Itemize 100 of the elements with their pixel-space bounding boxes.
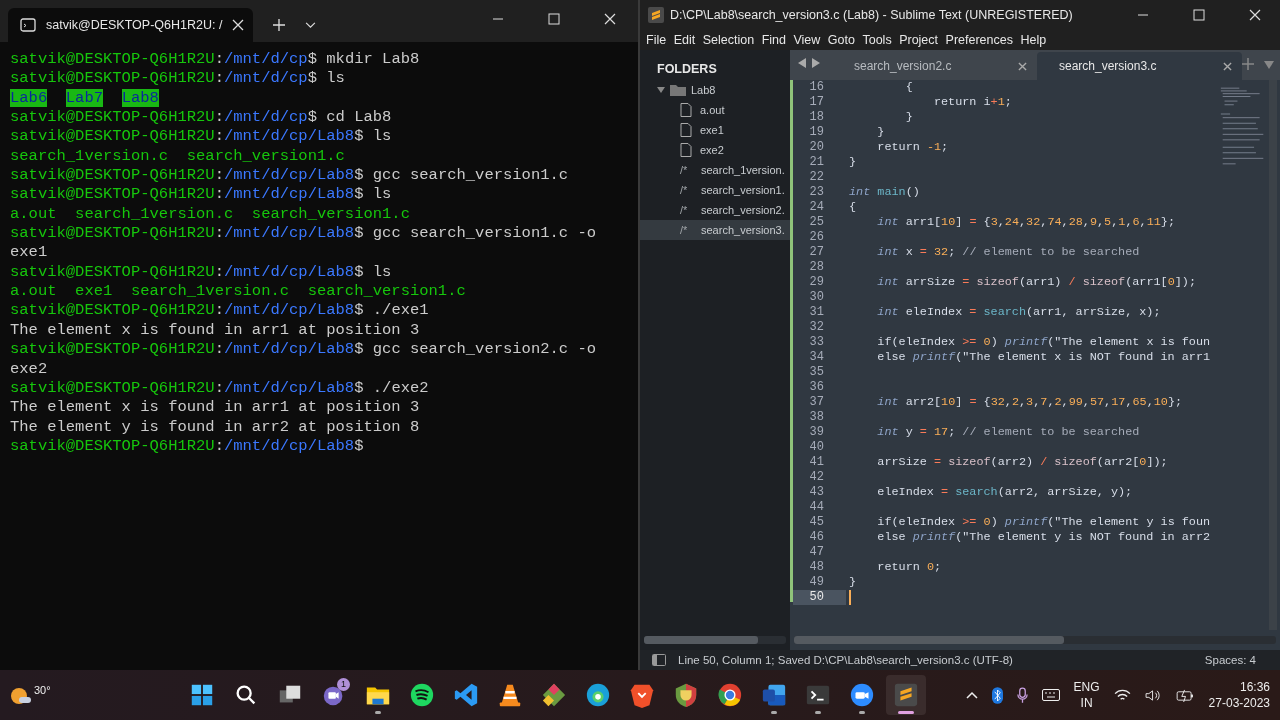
editor-tab[interactable]: search_version2.c [832,52,1037,80]
terminal-line: The element y is found in arr2 at position 8 [10,417,420,437]
dropdown-icon[interactable] [1264,61,1274,69]
terminal-line: satvik@DESKTOP-Q6H1R2U:/mnt/d/cp/Lab8$ ./exe1 [10,301,429,321]
code-line: int x = 32; // element to be searched [876,245,1140,260]
menu-item[interactable]: Edit [673,33,696,47]
folder-icon [670,84,686,96]
line-number: 33 [808,335,825,350]
line-number: 25 [808,215,825,230]
line-number: 41 [808,455,825,470]
code-line: if(eleIndex >= 0) printf("The element x is foun [876,335,1211,350]
panel-toggle-icon[interactable] [652,654,666,666]
language-indicator[interactable]: ENG [1073,679,1100,695]
line-number: 39 [808,425,825,440]
text-cursor [849,590,851,605]
line-number: 20 [808,140,825,155]
terminal-tab[interactable]: satvik@DESKTOP-Q6H1R2U: / [8,8,253,42]
code-line: int eleIndex = search(arr1, arrSize, x); [876,305,1161,320]
line-number: 31 [808,305,825,320]
terminal-line: satvik@DESKTOP-Q6H1R2U:/mnt/d/cp/Lab8$ ls [10,127,392,147]
clock-time[interactable]: 16:36 [1239,679,1270,695]
terminal-line: a.out search_1version.c search_version1.c [10,204,410,225]
sidebar-entry[interactable]: exe1 [640,120,790,140]
start-icon [189,682,215,708]
terminal-line: satvik@DESKTOP-Q6H1R2U:/mnt/d/cp/Lab8$ gcc search_version1.c -o [10,224,597,244]
terminal-line: satvik@DESKTOP-Q6H1R2U:/mnt/d/cp$ ls [10,69,345,89]
expanded-arrow-icon[interactable] [657,86,665,94]
clock-date[interactable]: 27-03-2023 [1208,695,1270,711]
terminal-line: satvik@DESKTOP-Q6H1R2U:/mnt/d/cp/Lab8$ gcc search_version2.c -o [10,340,597,360]
menu-item[interactable]: View [793,33,821,47]
terminal-line: satvik@DESKTOP-Q6H1R2U:/mnt/d/cp/Lab8$ ls [10,185,392,205]
line-number: 43 [808,485,825,500]
line-number: 38 [808,410,825,425]
scrollbar-thumb[interactable] [644,636,758,644]
volume-icon[interactable] [1144,688,1162,702]
code-line: else printf("The element y is NOT found in arr2 [876,530,1211,545]
line-number: 28 [808,260,825,275]
keyboard-icon[interactable] [1041,689,1060,701]
line-number: 44 [808,500,825,515]
region-indicator[interactable]: IN [1080,695,1093,711]
code-line: int arr1[10] = {3,24,32,74,28,9,5,1,6,11}; [876,215,1175,230]
menu-item[interactable]: File [646,33,667,47]
lion-shield-icon [629,682,655,708]
line-number: 36 [808,380,825,395]
sidebar-entry[interactable]: a.out [640,100,790,120]
sidebar-header: FOLDERS [656,62,718,78]
line-number: 42 [808,470,825,485]
menu-item[interactable]: Goto [827,33,855,47]
folder-item[interactable]: Lab8 [640,80,790,100]
code-editor-icon [453,682,479,708]
taskbar-button[interactable]: 1 [314,675,354,715]
menu-item[interactable]: Find [761,33,786,47]
line-number: 29 [808,275,825,290]
line-number: 45 [808,515,825,530]
line-number: 34 [808,350,825,365]
code-line: } [876,125,885,140]
menu-item[interactable]: Help [1020,33,1047,47]
editor-app-icon [893,682,919,708]
document-app-icon [761,682,787,708]
maximize-icon[interactable] [1193,9,1205,21]
sidebar-entry[interactable]: /* search_version1. [640,180,790,200]
line-number: 37 [808,395,825,410]
line-number: 50 [793,590,846,605]
chevron-down-icon[interactable] [305,22,316,29]
maximize-icon[interactable] [548,13,560,25]
code-line: int arr2[10] = {32,2,3,7,2,99,57,17,65,10}; [876,395,1183,410]
menu-item[interactable]: Tools [862,33,892,47]
taskbar-button[interactable] [886,675,926,715]
terminal-line: satvik@DESKTOP-Q6H1R2U:/mnt/d/cp$ mkdir Lab8 [10,50,420,70]
scrollbar-thumb[interactable] [794,636,1064,644]
line-number: 23 [808,185,825,200]
code-line: int arrSize = sizeof(arr1) / sizeof(arr1[0]); [876,275,1196,290]
temperature: 30° [34,684,51,696]
line-number: 21 [808,155,825,170]
sidebar-entry[interactable]: /* search_version3. [640,220,790,240]
microphone-icon[interactable] [1016,686,1028,704]
terminal-line: exe1 [10,243,48,263]
code-line: } [849,575,857,590]
comment-icon: /* [680,184,696,196]
sidebar-entry[interactable]: /* search_version2. [640,200,790,220]
code-line: int y = 17; // element to be searched [876,425,1140,440]
file-icon [680,103,692,117]
wifi-icon[interactable] [1113,688,1131,702]
indentation-setting[interactable]: Spaces: 4 [1204,654,1256,666]
menu-item[interactable]: Preferences [945,33,1013,47]
editor-tab[interactable]: search_version3.c [1037,52,1242,80]
bluetooth-icon[interactable] [991,686,1003,704]
battery-icon[interactable] [1175,688,1195,702]
menu-item[interactable]: Project [899,33,939,47]
tab-arrows-icon[interactable] [798,58,820,68]
line-number: 17 [808,95,825,110]
code-line: { [849,200,857,215]
sidebar-entry[interactable]: /* search_1version. [640,160,790,180]
line-number: 40 [808,440,825,455]
menu-item[interactable]: Selection [702,33,755,47]
chevron-up-icon[interactable] [965,691,978,699]
line-number: 18 [808,110,825,125]
code-line: eleIndex = search(arr2, arrSize, y); [876,485,1133,500]
sidebar-entry[interactable]: exe2 [640,140,790,160]
line-number: 27 [808,245,825,260]
